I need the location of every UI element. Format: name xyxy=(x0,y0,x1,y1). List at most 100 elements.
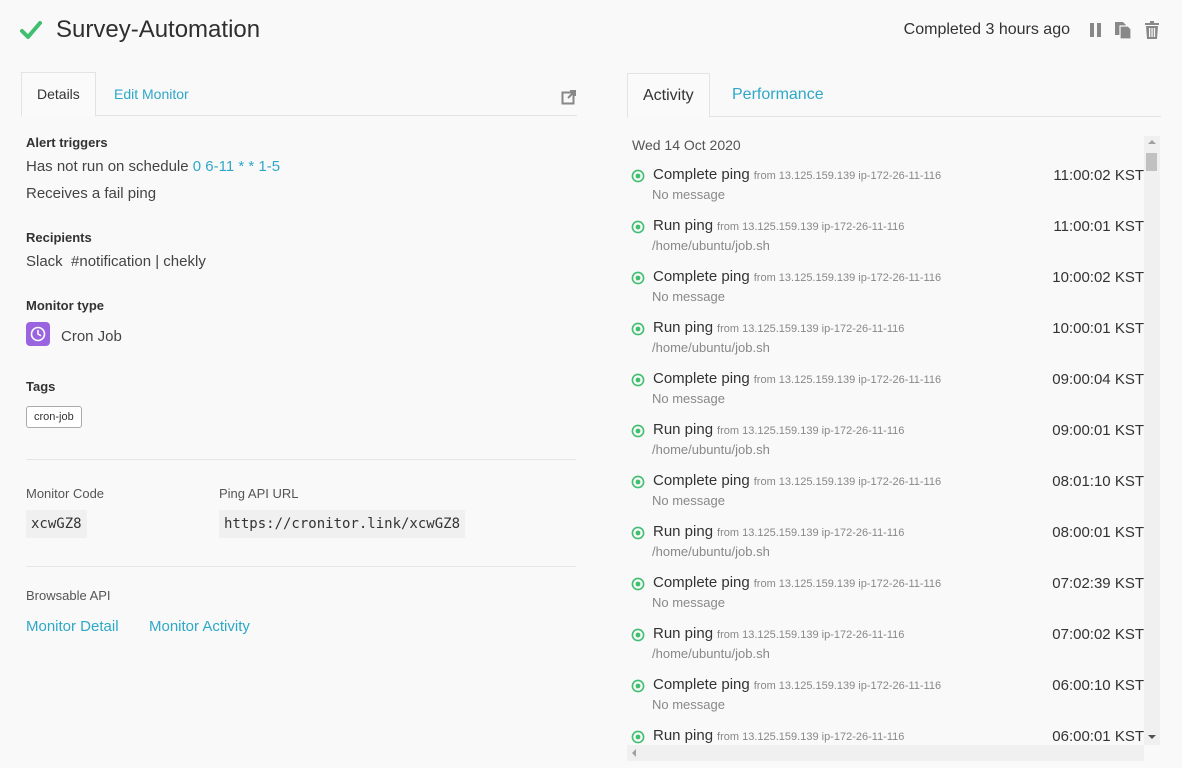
ping-source: from 13.125.159.139 ip-172-26-11-116 xyxy=(717,221,905,233)
ping-message: No message xyxy=(652,391,725,406)
ping-success-icon xyxy=(631,628,645,642)
schedule-prefix: Has not run on schedule xyxy=(26,158,189,175)
ping-success-icon xyxy=(631,271,645,285)
ping-type: Run ping xyxy=(653,319,714,336)
ping-success-icon xyxy=(631,220,645,234)
activity-item[interactable]: Run ping from 13.125.159.139 ip-172-26-11… xyxy=(627,619,1144,670)
activity-title: Complete ping from 13.125.159.139 ip-172-… xyxy=(653,676,941,693)
scroll-down-arrow-icon[interactable] xyxy=(1148,735,1156,739)
monitor-activity-link[interactable]: Monitor Activity xyxy=(149,618,250,635)
activity-item[interactable]: Complete ping from 13.125.159.139 ip-172-… xyxy=(627,568,1144,619)
ping-time: 07:02:39 KST xyxy=(1052,575,1144,592)
scroll-left-arrow-icon[interactable] xyxy=(632,749,636,757)
monitor-detail-link[interactable]: Monitor Detail xyxy=(26,618,119,635)
monitor-code-value: xcwGZ8 xyxy=(26,510,87,538)
tab-details[interactable]: Details xyxy=(21,72,96,117)
activity-title: Complete ping from 13.125.159.139 ip-172-… xyxy=(653,574,941,591)
activity-item[interactable]: Complete ping from 13.125.159.139 ip-172-… xyxy=(627,466,1144,517)
vertical-scrollbar[interactable] xyxy=(1144,136,1160,745)
activity-item[interactable]: Complete ping from 13.125.159.139 ip-172-… xyxy=(627,160,1144,211)
activity-item[interactable]: Complete ping from 13.125.159.139 ip-172-… xyxy=(627,364,1144,415)
ping-type: Run ping xyxy=(653,217,714,234)
activity-date: Wed 14 Oct 2020 xyxy=(632,137,741,153)
ping-source: from 13.125.159.139 ip-172-26-11-116 xyxy=(753,170,942,182)
ping-message: /home/ubuntu/job.sh xyxy=(652,442,770,457)
ping-type: Run ping xyxy=(653,625,714,642)
schedule-link[interactable]: 0 6-11 * * 1-5 xyxy=(193,158,280,175)
activity-title: Complete ping from 13.125.159.139 ip-172-… xyxy=(653,268,941,285)
activity-item[interactable]: Run ping from 13.125.159.139 ip-172-26-11… xyxy=(627,211,1144,262)
recipients-value: Slack #notification | chekly xyxy=(26,253,206,270)
activity-title: Run ping from 13.125.159.139 ip-172-26-11… xyxy=(653,319,904,336)
ping-time: 10:00:02 KST xyxy=(1052,269,1144,286)
ping-success-icon xyxy=(631,373,645,387)
activity-item[interactable]: Complete ping from 13.125.159.139 ip-172-… xyxy=(627,262,1144,313)
monitor-type-label: Monitor type xyxy=(26,298,104,313)
clock-icon xyxy=(30,326,46,342)
ping-source: from 13.125.159.139 ip-172-26-11-116 xyxy=(753,476,942,488)
ping-message: /home/ubuntu/job.sh xyxy=(652,646,770,661)
activity-panel: Activity Performance xyxy=(627,73,1161,118)
page-title: Survey-Automation xyxy=(56,16,261,43)
trash-icon[interactable] xyxy=(1142,20,1162,40)
ping-time: 07:00:02 KST xyxy=(1052,626,1144,643)
ping-message: No message xyxy=(652,187,725,202)
fail-ping-trigger: Receives a fail ping xyxy=(26,185,157,202)
tab-performance[interactable]: Performance xyxy=(717,73,839,117)
ping-type: Complete ping xyxy=(653,370,750,387)
schedule-trigger: Has not run on schedule 0 6-11 * * 1-5 xyxy=(26,158,280,175)
scrollbar-thumb[interactable] xyxy=(1146,153,1157,171)
ping-message: No message xyxy=(652,289,725,304)
ping-api-url: https://cronitor.link/xcwGZ8 xyxy=(219,510,466,538)
tab-activity[interactable]: Activity xyxy=(627,73,710,118)
copy-icon[interactable] xyxy=(1113,20,1133,40)
ping-message: /home/ubuntu/job.sh xyxy=(652,340,770,355)
activity-item[interactable]: Run ping from 13.125.159.139 ip-172-26-11… xyxy=(627,517,1144,568)
ping-time: 08:00:01 KST xyxy=(1052,524,1144,541)
ping-message: No message xyxy=(652,493,725,508)
ping-type: Complete ping xyxy=(653,676,750,693)
activity-title: Run ping from 13.125.159.139 ip-172-26-11… xyxy=(653,421,904,438)
ping-source: from 13.125.159.139 ip-172-26-11-116 xyxy=(717,323,905,335)
ping-source: from 13.125.159.139 ip-172-26-11-116 xyxy=(753,680,942,692)
ping-success-icon xyxy=(631,322,645,336)
external-link-icon[interactable] xyxy=(561,89,577,105)
alert-triggers-label: Alert triggers xyxy=(26,135,108,150)
monitor-type-value: Cron Job xyxy=(61,328,122,345)
ping-source: from 13.125.159.139 ip-172-26-11-116 xyxy=(717,731,905,743)
tag-cron-job[interactable]: cron-job xyxy=(26,406,82,428)
ping-time: 06:00:10 KST xyxy=(1052,677,1144,694)
ping-time: 06:00:01 KST xyxy=(1052,728,1144,745)
ping-source: from 13.125.159.139 ip-172-26-11-116 xyxy=(753,272,942,284)
ping-source: from 13.125.159.139 ip-172-26-11-116 xyxy=(753,374,942,386)
scroll-up-arrow-icon[interactable] xyxy=(1148,140,1156,144)
divider xyxy=(26,566,576,567)
pause-icon[interactable] xyxy=(1086,20,1106,40)
activity-list: Complete ping from 13.125.159.139 ip-172-… xyxy=(627,160,1144,761)
ping-success-icon xyxy=(631,424,645,438)
ping-source: from 13.125.159.139 ip-172-26-11-116 xyxy=(717,527,905,539)
ping-success-icon xyxy=(631,679,645,693)
ping-api-label: Ping API URL xyxy=(219,486,299,501)
status-text: Completed 3 hours ago xyxy=(903,21,1070,38)
ping-type: Run ping xyxy=(653,421,714,438)
horizontal-scrollbar[interactable] xyxy=(627,745,1144,761)
ping-success-icon xyxy=(631,577,645,591)
ping-time: 10:00:01 KST xyxy=(1052,320,1144,337)
check-icon xyxy=(20,21,42,39)
activity-item[interactable]: Complete ping from 13.125.159.139 ip-172-… xyxy=(627,670,1144,721)
right-tabs: Activity Performance xyxy=(627,73,1161,118)
activity-title: Run ping from 13.125.159.139 ip-172-26-11… xyxy=(653,523,904,540)
ping-type: Run ping xyxy=(653,727,714,744)
ping-success-icon xyxy=(631,169,645,183)
recipients-label: Recipients xyxy=(26,230,92,245)
activity-title: Run ping from 13.125.159.139 ip-172-26-11… xyxy=(653,217,904,234)
ping-type: Complete ping xyxy=(653,166,750,183)
activity-item[interactable]: Run ping from 13.125.159.139 ip-172-26-11… xyxy=(627,415,1144,466)
tab-edit-monitor[interactable]: Edit Monitor xyxy=(98,72,205,116)
activity-item[interactable]: Run ping from 13.125.159.139 ip-172-26-11… xyxy=(627,313,1144,364)
divider xyxy=(26,459,576,460)
ping-type: Complete ping xyxy=(653,268,750,285)
ping-source: from 13.125.159.139 ip-172-26-11-116 xyxy=(717,629,905,641)
ping-time: 11:00:01 KST xyxy=(1053,218,1144,235)
